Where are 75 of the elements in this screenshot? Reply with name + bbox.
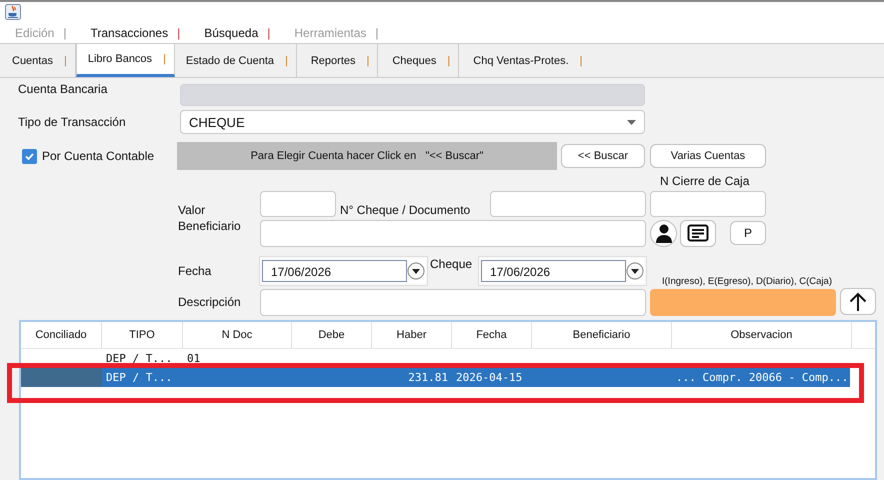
tab[interactable]: Estado de Cuenta | bbox=[174, 44, 297, 77]
tab[interactable]: Reportes | bbox=[296, 44, 378, 77]
table-cell-text: 2026-04-15 bbox=[455, 370, 524, 386]
field-label: Cheque bbox=[429, 257, 474, 271]
java-cup-icon bbox=[5, 4, 21, 20]
tab-label: Estado de Cuenta bbox=[186, 54, 274, 66]
tab-label: Reportes bbox=[310, 54, 356, 66]
tab-separator: | bbox=[64, 54, 67, 66]
field-label: Fecha bbox=[177, 264, 212, 278]
bank-account-field[interactable] bbox=[180, 84, 645, 106]
type-code-field[interactable] bbox=[650, 288, 836, 316]
menu-separator: | bbox=[375, 26, 379, 40]
column-header[interactable]: N Doc bbox=[183, 322, 292, 348]
date-picker[interactable]: 17/06/2026 bbox=[260, 257, 427, 285]
menu-separator: | bbox=[267, 26, 270, 40]
date-picker[interactable]: 17/06/2026 bbox=[479, 257, 646, 285]
tab[interactable]: Libro Bancos | bbox=[76, 44, 175, 77]
column-header[interactable]: Fecha bbox=[452, 322, 532, 348]
account-checkbox[interactable]: Por Cuenta Contable bbox=[0, 148, 177, 164]
menu-item[interactable]: Búsqueda bbox=[204, 26, 258, 40]
menu-separator: | bbox=[63, 26, 66, 40]
column-header[interactable]: TIPO bbox=[102, 322, 183, 348]
tab-separator: | bbox=[285, 54, 288, 66]
tab-label: Cheques bbox=[392, 54, 436, 66]
amount-field[interactable] bbox=[260, 191, 336, 217]
card-icon bbox=[687, 224, 709, 242]
description-field[interactable] bbox=[260, 288, 646, 316]
tab-label: Libro Bancos bbox=[88, 53, 152, 65]
checkmark-icon bbox=[24, 150, 35, 162]
document-number-field[interactable] bbox=[490, 191, 646, 217]
table-cell-text: DEP / T... bbox=[105, 370, 174, 386]
table-cell-text: 01 bbox=[186, 351, 202, 367]
account-hint-bar: Para Elegir Cuenta hacer Click en "<< Buscar" bbox=[177, 142, 557, 170]
column-header[interactable]: Observacion bbox=[672, 322, 852, 348]
tab-label: Cuentas bbox=[12, 54, 53, 66]
person-icon bbox=[654, 223, 672, 243]
tab[interactable]: Chq Ventas-Protes. | bbox=[459, 44, 583, 77]
multiple-accounts-button[interactable]: Varias Cuentas bbox=[650, 144, 766, 168]
cash-closing-field[interactable] bbox=[650, 191, 766, 217]
column-header[interactable]: Conciliado bbox=[21, 322, 102, 348]
field-label: Beneficiario bbox=[177, 219, 242, 233]
up-button[interactable] bbox=[840, 288, 876, 315]
transaction-type-dropdown[interactable]: CHEQUE bbox=[180, 110, 645, 134]
dropdown-icon bbox=[626, 262, 644, 280]
column-header[interactable]: Haber bbox=[372, 322, 452, 348]
p-button[interactable]: P bbox=[730, 221, 766, 245]
caret-icon bbox=[627, 120, 636, 124]
dropdown-icon bbox=[407, 262, 425, 280]
field-label: Descripción bbox=[177, 295, 242, 309]
field-label: Cuenta Bancaria bbox=[17, 82, 108, 96]
search-button[interactable]: << Buscar bbox=[561, 144, 645, 168]
tab-label: Chq Ventas-Protes. bbox=[473, 54, 569, 66]
person-button[interactable] bbox=[650, 220, 677, 246]
table-cell-text: DEP / T... bbox=[105, 351, 174, 367]
table-cell-text: ... Compr. 20066 - Comp... bbox=[675, 370, 850, 386]
beneficiary-field[interactable] bbox=[260, 220, 646, 246]
field-label: Valor bbox=[177, 203, 206, 217]
tab[interactable]: Cheques | bbox=[378, 44, 460, 77]
card-button[interactable] bbox=[680, 220, 716, 246]
table-row[interactable]: DEP / T... 231.81 2026-04-15 ... Compr. 20066 - Comp... bbox=[21, 368, 850, 387]
column-header[interactable]: Debe bbox=[292, 322, 372, 348]
tab-separator: | bbox=[366, 54, 370, 66]
up-arrow-icon bbox=[849, 292, 867, 312]
table-row[interactable]: DEP / T... 01 bbox=[21, 349, 875, 368]
field-label: Tipo de Transacción bbox=[17, 115, 127, 129]
menu-item[interactable]: Transacciones bbox=[90, 26, 168, 40]
menu-separator: | bbox=[177, 26, 180, 40]
tab-separator: | bbox=[580, 54, 583, 66]
field-label: N Cierre de Caja bbox=[660, 174, 750, 188]
tab-separator: | bbox=[447, 54, 450, 66]
field-label: N° Cheque / Documento bbox=[339, 203, 472, 217]
column-header[interactable]: Beneficiario bbox=[532, 322, 672, 348]
type-hint-text: I(Ingreso), E(Egreso), D(Diario), C(Caja) bbox=[662, 276, 832, 287]
table-cell-text: 231.81 bbox=[407, 370, 449, 386]
tab-separator: | bbox=[163, 53, 166, 65]
